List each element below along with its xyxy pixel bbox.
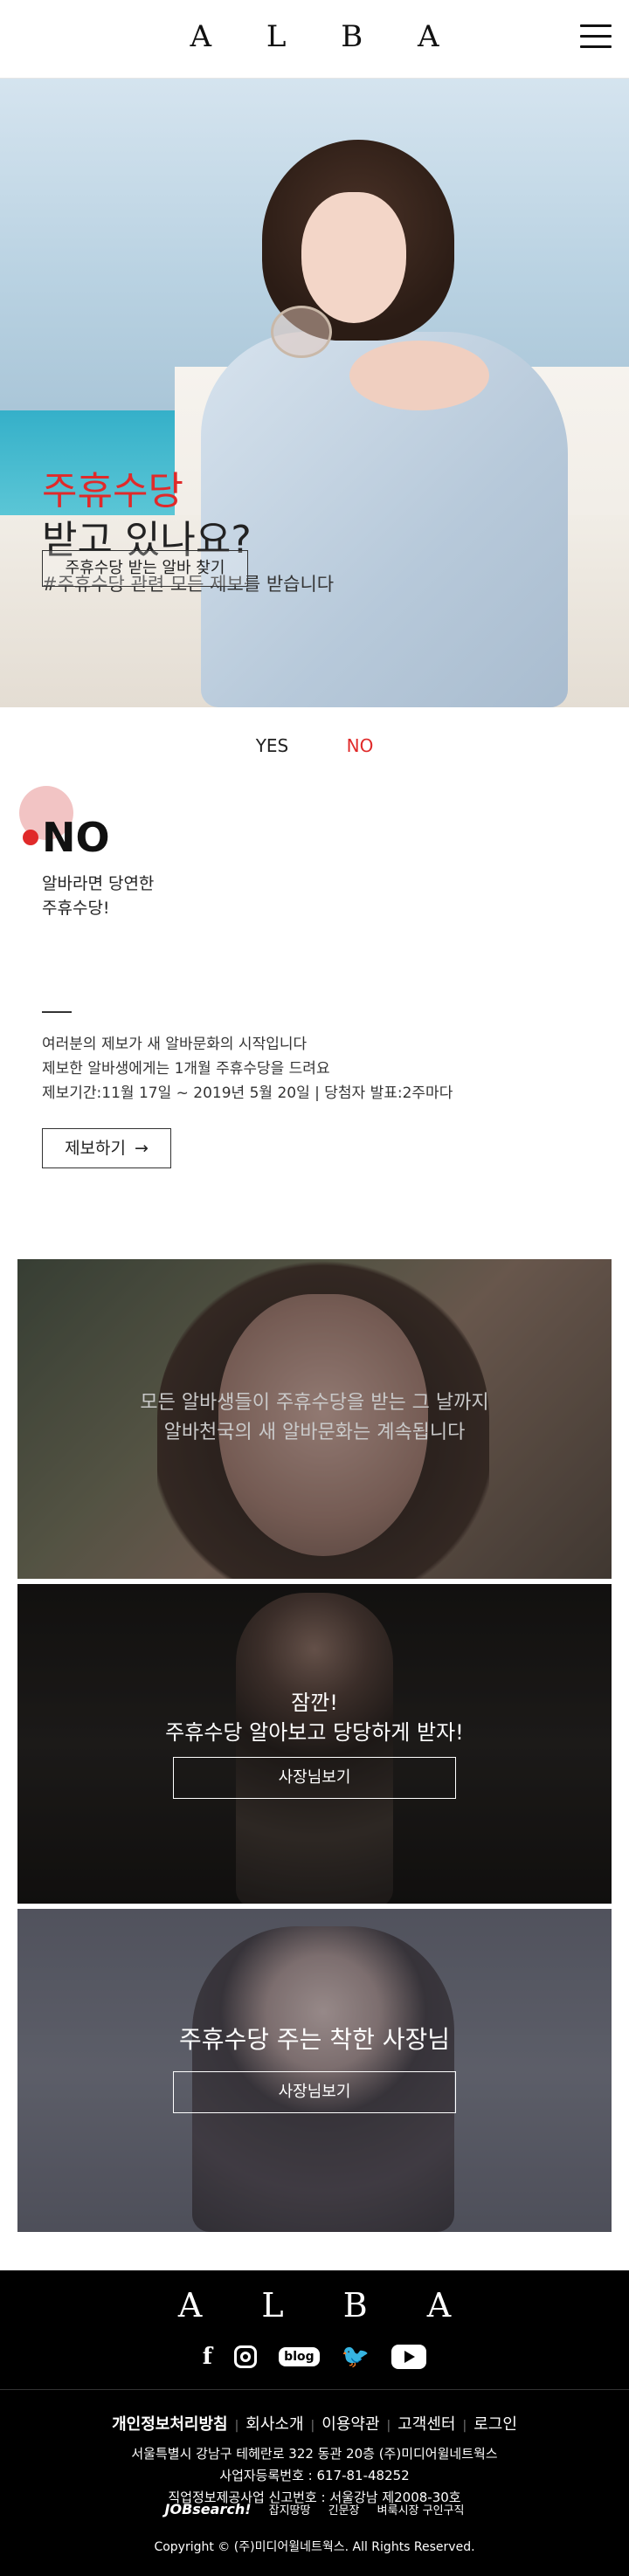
- report-info: 여러분의 제보가 새 알바문화의 시작입니다 제보한 알바생에게는 1개월 주휴…: [42, 1036, 453, 1102]
- blog-icon[interactable]: blog: [279, 2347, 320, 2366]
- login-link[interactable]: 로그인: [473, 2415, 517, 2434]
- company-info: 서울특별시 강남구 테헤란로 322 동관 20층 (주)미디어윌네트웍스 사업…: [131, 2446, 498, 2505]
- brand-4[interactable]: 벼룩시장 구인구직: [377, 2504, 465, 2517]
- hero-banner: 주휴수당 받고 있나요? #주휴수당 관련 모든 제보를 받습니다 주휴수당 받…: [0, 79, 629, 707]
- footer: A L B A f blog 🐦 개인정보처리방침 | 회사소개 | 이용약관 | 고객센터…: [0, 2270, 629, 2576]
- report-button[interactable]: 제보하기 →: [42, 1128, 171, 1168]
- hero-title-red: 주휴수당: [42, 469, 183, 513]
- panel2-subtitle: 주휴수당 알아보고 당당하게 받자!: [165, 1720, 464, 1745]
- arrow-right-icon: →: [135, 1139, 149, 1158]
- divider-dash: [42, 1011, 72, 1013]
- twitter-icon[interactable]: 🐦: [342, 2344, 370, 2370]
- boss-view-button-1[interactable]: 사장님보기: [173, 1757, 456, 1799]
- youtube-icon[interactable]: [391, 2345, 427, 2369]
- privacy-policy-link[interactable]: 개인정보처리방침: [112, 2415, 227, 2434]
- brand-3[interactable]: 긴문장: [328, 2504, 360, 2517]
- yes-no-selector: YES NO: [0, 735, 629, 756]
- red-dot-icon: [23, 830, 38, 845]
- social-links: f blog 🐦: [0, 2344, 629, 2370]
- panel2-title: 잠깐!: [291, 1691, 338, 1715]
- tab-yes[interactable]: YES: [256, 735, 289, 756]
- tab-no[interactable]: NO: [347, 735, 374, 756]
- footer-divider: [0, 2389, 629, 2390]
- boss-view-button-2[interactable]: 사장님보기: [173, 2071, 456, 2113]
- header: A L B A: [0, 0, 629, 79]
- no-title: NO: [42, 814, 110, 861]
- facebook-icon[interactable]: f: [203, 2344, 212, 2370]
- campaign-panel-1: 모든 알바생들이 주휴수당을 받는 그 날까지 알바천국의 새 알바문화는 계속…: [17, 1259, 612, 1579]
- no-section: NO 알바라면 당연한 주휴수당! 여러분의 제보가 새 알바문화의 시작입니다…: [19, 786, 613, 1135]
- footer-logo: A L B A: [177, 2286, 476, 2325]
- panel3-title: 주휴수당 주는 착한 사장님: [178, 2025, 451, 2054]
- instagram-icon[interactable]: [234, 2345, 258, 2368]
- copyright: Copyright © (주)미디어윌네트웍스. All Rights Rese…: [154, 2540, 475, 2554]
- brand-2[interactable]: 잡지땅땅: [269, 2504, 311, 2517]
- brand-jobsearch[interactable]: JOBsearch!: [165, 2501, 252, 2517]
- footer-links: 개인정보처리방침 | 회사소개 | 이용약관 | 고객센터 | 로그인: [112, 2415, 517, 2434]
- customer-center-link[interactable]: 고객센터: [397, 2415, 455, 2434]
- sunglasses-image: [271, 306, 332, 358]
- hamburger-icon[interactable]: [580, 24, 612, 51]
- campaign-panel-2: 잠깐! 주휴수당 알아보고 당당하게 받자! 사장님보기: [17, 1584, 612, 1904]
- find-job-button[interactable]: 주휴수당 받는 알바 찾기: [42, 550, 248, 587]
- campaign-panel-3: 주휴수당 주는 착한 사장님 사장님보기: [17, 1909, 612, 2232]
- campaign-message: 모든 알바생들이 주휴수당을 받는 그 날까지 알바천국의 새 알바문화는 계속…: [140, 1392, 489, 1443]
- company-intro-link[interactable]: 회사소개: [245, 2415, 303, 2434]
- alba-logo[interactable]: A L B A: [0, 19, 629, 54]
- no-description: 알바라면 당연한 주휴수당!: [42, 874, 155, 918]
- partner-brands: JOBsearch! 잡지땅땅 긴문장 벼룩시장 구인구직: [0, 2501, 629, 2517]
- terms-link[interactable]: 이용약관: [321, 2415, 379, 2434]
